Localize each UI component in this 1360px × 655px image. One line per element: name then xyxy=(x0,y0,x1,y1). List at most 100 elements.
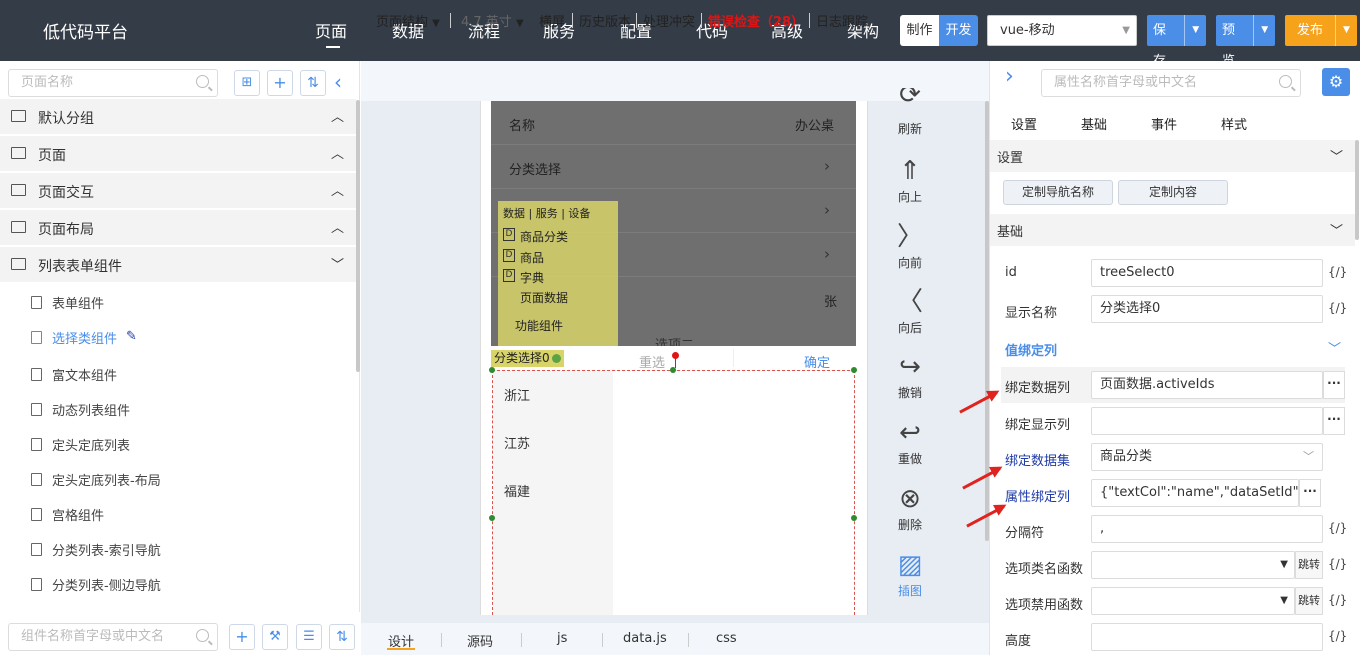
delete-action[interactable]: ⊗ 删除 xyxy=(892,484,928,533)
tree-item[interactable]: 页面数据 xyxy=(520,289,568,306)
more-icon[interactable]: ··· xyxy=(1323,407,1345,435)
log-button[interactable]: 日志跟踪 xyxy=(816,11,868,30)
list-item[interactable]: 定头定底列表 xyxy=(0,427,356,462)
nav-page[interactable]: 页面 xyxy=(315,18,347,42)
group-page-interaction[interactable]: 页面交互 ︿ xyxy=(0,173,356,209)
resize-handle[interactable] xyxy=(851,367,857,373)
tree-header[interactable]: 数据 | 服务 | 设备 xyxy=(503,205,590,221)
history-button[interactable]: 历史版本 xyxy=(579,11,631,30)
preview-button[interactable]: 预览 ▼ xyxy=(1216,15,1275,69)
resize-handle[interactable] xyxy=(489,515,495,521)
custom-content-button[interactable]: 定制内容 xyxy=(1118,180,1228,205)
add-icon[interactable]: + xyxy=(267,70,293,96)
tab-data-js[interactable]: data.js xyxy=(623,631,667,646)
province-item[interactable]: 江苏 xyxy=(504,433,530,452)
tab-style[interactable]: 样式 xyxy=(1221,114,1247,133)
tree-item[interactable]: 字典 xyxy=(520,269,544,286)
list-item[interactable]: 动态列表组件 xyxy=(0,392,356,427)
move-up-action[interactable]: ⇑ 向上 xyxy=(892,156,928,205)
mode-dev-button[interactable]: 开发 xyxy=(939,15,978,46)
mode-make-button[interactable]: 制作 xyxy=(900,15,939,46)
caret-down-icon[interactable]: ▼ xyxy=(1335,15,1357,46)
tab-js[interactable]: js xyxy=(557,631,567,646)
property-scrollbar[interactable] xyxy=(1355,140,1359,240)
bind-column-input[interactable]: 页面数据.activeIds xyxy=(1091,371,1323,399)
sort-icon[interactable]: ⇅ xyxy=(300,70,326,96)
bind-expression-icon[interactable]: {/} xyxy=(1328,557,1347,571)
caret-down-icon[interactable]: ▼ xyxy=(1253,15,1275,46)
bind-dataset-select[interactable]: 商品分类 ﹀ xyxy=(1091,443,1323,471)
bind-expression-icon[interactable]: {/} xyxy=(1328,593,1347,607)
insert-image-action[interactable]: ▨ 插图 xyxy=(892,550,928,599)
bind-display-input[interactable] xyxy=(1091,407,1323,435)
page-search-input[interactable]: 页面名称 xyxy=(8,69,218,97)
height-input[interactable] xyxy=(1091,623,1323,651)
landscape-button[interactable]: 横屏 xyxy=(539,11,565,30)
platform-select[interactable]: vue-移动 ▼ xyxy=(987,15,1137,46)
group-default[interactable]: 默认分组 ︿ xyxy=(0,99,356,135)
list-item[interactable]: 宫格组件 xyxy=(0,497,356,532)
collapse-left-icon[interactable]: ‹ xyxy=(334,70,342,94)
pencil-icon[interactable]: ✎ xyxy=(126,329,137,344)
bind-expression-icon[interactable]: {/} xyxy=(1328,265,1347,279)
custom-nav-name-button[interactable]: 定制导航名称 xyxy=(1003,180,1113,205)
tab-basic[interactable]: 基础 xyxy=(1081,114,1107,133)
bind-expression-icon[interactable]: {/} xyxy=(1328,521,1347,535)
add-folder-icon[interactable]: ⊞ xyxy=(234,70,260,96)
resize-handle[interactable] xyxy=(851,515,857,521)
tab-settings[interactable]: 设置 xyxy=(1011,114,1037,133)
component-tag[interactable]: 分类选择0 xyxy=(491,350,564,367)
bind-expression-icon[interactable]: {/} xyxy=(1328,629,1347,643)
list-order-icon[interactable]: ☰ xyxy=(296,624,322,650)
conflict-button[interactable]: 处理冲突 xyxy=(643,11,695,30)
resize-handle[interactable] xyxy=(670,367,676,373)
jump-button[interactable]: 跳转 xyxy=(1295,551,1323,579)
redo-action[interactable]: ↩ 重做 xyxy=(892,418,928,467)
tree-item[interactable]: 功能组件 xyxy=(515,317,563,334)
option-class-fn-select[interactable]: ▼ xyxy=(1091,551,1295,579)
section-basic[interactable]: 基础 ﹀ xyxy=(990,214,1355,246)
group-page-layout[interactable]: 页面布局 ︿ xyxy=(0,210,356,246)
province-item[interactable]: 福建 xyxy=(504,481,530,500)
tab-css[interactable]: css xyxy=(716,631,737,646)
tree-item[interactable]: 商品分类 xyxy=(520,228,568,245)
save-button[interactable]: 保存 ▼ xyxy=(1147,15,1206,69)
forward-action[interactable]: 〉向前 xyxy=(892,222,928,271)
tree-item[interactable]: 商品 xyxy=(520,249,544,266)
expand-right-icon[interactable]: › xyxy=(1005,64,1014,89)
wrench-icon[interactable]: ⚒ xyxy=(262,624,288,650)
separator-input[interactable]: , xyxy=(1091,515,1323,543)
bind-expression-icon[interactable]: {/} xyxy=(1328,301,1347,315)
province-item[interactable]: 浙江 xyxy=(504,385,530,404)
left-scrollbar[interactable] xyxy=(356,100,360,372)
value-binding-section[interactable]: 值绑定列 xyxy=(1005,340,1057,359)
reset-button[interactable]: 重选 xyxy=(639,352,665,371)
backward-action[interactable]: 〈向后 xyxy=(892,287,928,336)
jump-button[interactable]: 跳转 xyxy=(1295,587,1323,615)
list-item[interactable]: 分类列表-索引导航 xyxy=(0,532,356,567)
more-icon[interactable]: ··· xyxy=(1323,371,1345,399)
list-item[interactable]: 分类列表-侧边导航 xyxy=(0,567,356,602)
sort-icon[interactable]: ⇅ xyxy=(329,624,355,650)
group-list-form[interactable]: 列表表单组件 ﹀ xyxy=(0,247,356,283)
chevron-down-icon[interactable]: ﹀ xyxy=(1328,338,1341,357)
list-item[interactable]: 富文本组件 xyxy=(0,357,356,392)
undo-action[interactable]: ↪ 撤销 xyxy=(892,352,928,401)
display-name-input[interactable]: 分类选择0 xyxy=(1091,295,1323,323)
confirm-button[interactable]: 确定 xyxy=(804,352,830,371)
option-disable-fn-select[interactable]: ▼ xyxy=(1091,587,1295,615)
page-structure-dropdown[interactable]: 页面结构 ▼ xyxy=(376,11,440,30)
error-check-button[interactable]: 错误检查（28） xyxy=(708,11,804,30)
property-binding-input[interactable]: {"textCol":"name","dataSetId": xyxy=(1091,479,1299,507)
property-search-input[interactable]: 属性名称首字母或中文名 xyxy=(1041,69,1301,97)
list-item-selected[interactable]: 选择类组件 ✎ xyxy=(0,320,356,355)
section-settings[interactable]: 设置 ﹀ xyxy=(990,140,1355,172)
mode-toggle[interactable]: 制作 开发 xyxy=(900,15,978,46)
component-search-input[interactable]: 组件名称首字母或中文名 xyxy=(8,623,218,651)
list-item[interactable]: 表单组件 xyxy=(0,285,356,320)
id-input[interactable]: treeSelect0 xyxy=(1091,259,1323,287)
group-page[interactable]: 页面 ︿ xyxy=(0,136,356,172)
tab-events[interactable]: 事件 xyxy=(1151,114,1177,133)
caret-down-icon[interactable]: ▼ xyxy=(1184,15,1206,46)
list-item[interactable]: 定头定底列表-布局 xyxy=(0,462,356,497)
